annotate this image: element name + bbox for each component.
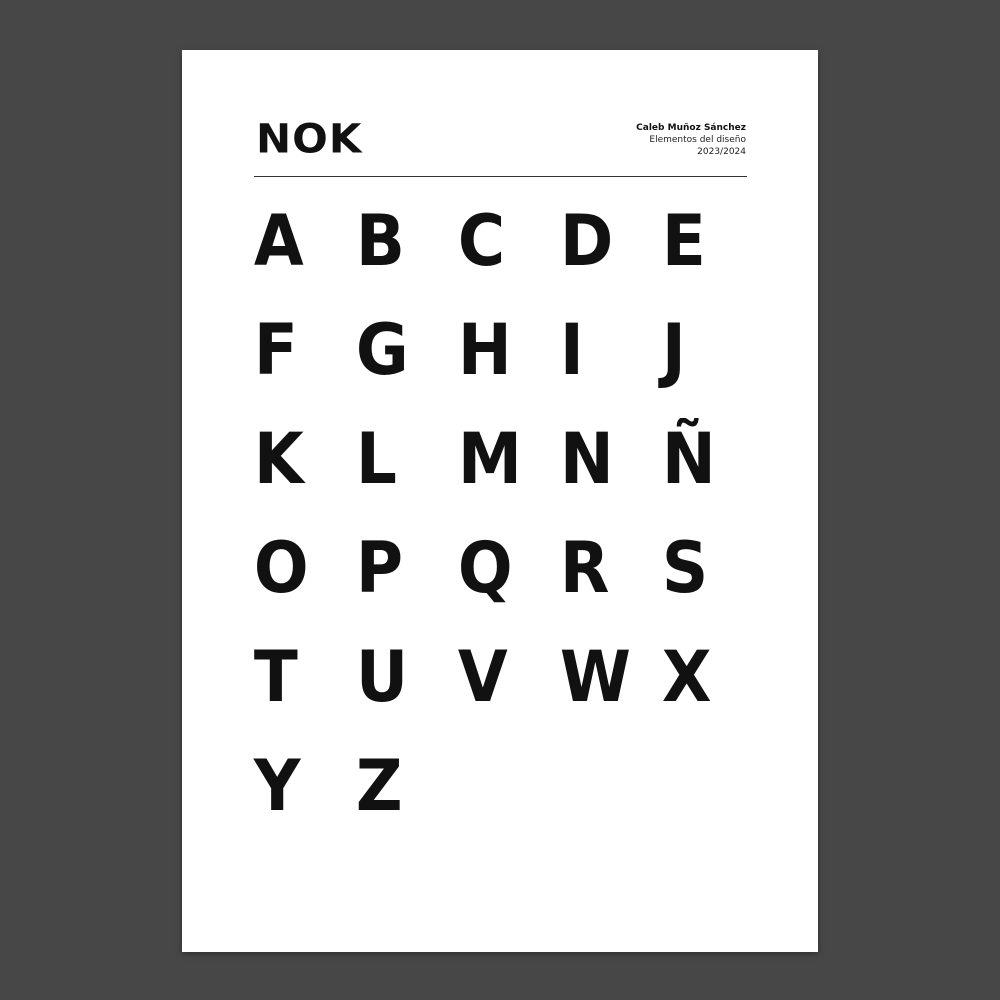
glyph-d: D [559,200,614,282]
glyph-v: V [457,636,508,718]
credits-block: Caleb Muñoz Sánchez Elementos del diseño… [636,122,746,158]
glyph-a: A [253,200,304,282]
glyph-enye: Ñ [661,418,716,500]
course-name: Elementos del diseño [649,135,746,145]
glyph-m: M [457,418,522,500]
glyph-r: R [559,527,610,609]
glyph-l: L [355,418,397,500]
glyph-z: Z [355,745,403,827]
glyph-o: O [253,527,309,609]
glyph-n: N [559,418,614,500]
glyph-g: G [355,309,409,391]
poster-title: NOK [256,115,363,162]
academic-year: 2023/2024 [697,147,746,157]
glyph-u: U [355,636,409,718]
glyph-t: T [253,636,298,718]
glyph-e: E [661,200,706,282]
glyph-x: X [661,636,712,718]
header-divider [254,176,747,177]
glyph-h: H [457,309,512,391]
glyph-k: K [253,418,304,500]
alphabet-grid: A B C D E F G H I J K L M N Ñ O P Q R S … [252,206,762,860]
glyph-s: S [661,527,709,609]
glyph-p: P [355,527,404,609]
glyph-i: I [559,309,584,391]
poster-sheet: NOK Caleb Muñoz Sánchez Elementos del di… [182,50,818,952]
glyph-j: J [661,309,686,391]
glyph-c: C [457,200,506,282]
glyph-y: Y [253,745,301,827]
glyph-q: Q [457,527,513,609]
glyph-w: W [559,636,631,718]
glyph-f: F [253,309,298,391]
glyph-b: B [355,200,405,282]
author-name: Caleb Muñoz Sánchez [636,123,746,133]
